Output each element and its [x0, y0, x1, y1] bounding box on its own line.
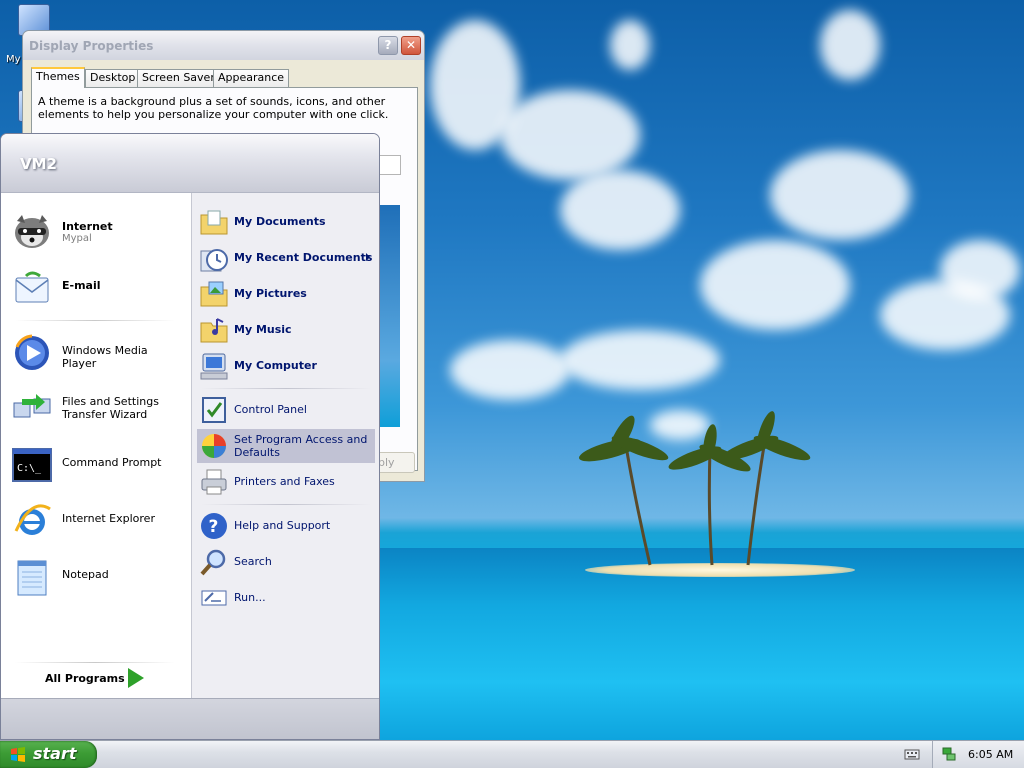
tool-run-label: Run...: [234, 591, 266, 604]
all-programs-button[interactable]: All Programs: [45, 672, 125, 685]
start-menu-header: VM2: [1, 134, 379, 193]
tab-themes[interactable]: Themes: [31, 67, 85, 88]
system-set-program-access-label-2: Defaults: [234, 446, 280, 459]
printer-icon: [201, 469, 227, 495]
keyboard-icon[interactable]: [904, 746, 920, 762]
folder-documents-icon: [200, 210, 228, 235]
run-icon: [201, 590, 227, 606]
place-my-pictures-label: My Pictures: [234, 287, 307, 300]
program-ie-label: Internet Explorer: [62, 512, 155, 525]
system-printers-label: Printers and Faxes: [234, 475, 335, 488]
internet-explorer-icon: [14, 504, 51, 535]
program-transfer-wizard-label-1: Files and Settings: [62, 395, 159, 408]
system-separator: [201, 504, 371, 505]
program-transfer-wizard[interactable]: Files and Settings Transfer Wizard: [9, 385, 185, 429]
svg-text:?: ?: [209, 517, 219, 537]
close-button[interactable]: ✕: [401, 36, 421, 55]
recent-documents-icon: [200, 249, 228, 272]
help-icon: ?: [201, 513, 227, 539]
place-my-recent-documents[interactable]: My Recent Documents: [197, 241, 375, 275]
control-panel-icon: [202, 397, 226, 423]
desktop-icon-label: My: [6, 54, 21, 65]
system-set-program-access-label-1: Set Program Access and: [234, 433, 368, 446]
pinned-email-label: E-mail: [62, 279, 101, 292]
place-my-pictures[interactable]: My Pictures: [197, 277, 375, 311]
tab-desktop[interactable]: Desktop: [85, 69, 141, 87]
pinned-email[interactable]: E-mail: [9, 264, 185, 308]
program-internet-explorer[interactable]: Internet Explorer: [9, 497, 185, 541]
user-name: VM2: [20, 155, 57, 173]
tool-search[interactable]: Search: [197, 545, 375, 579]
media-player-icon: [15, 334, 49, 370]
program-notepad-label: Notepad: [62, 568, 109, 581]
folder-pictures-icon: [200, 281, 228, 307]
start-button[interactable]: start: [0, 741, 97, 768]
place-my-music-label: My Music: [234, 323, 292, 336]
program-transfer-wizard-label-2: Transfer Wizard: [62, 408, 148, 421]
system-tray: 6:05 AM: [932, 741, 1024, 768]
command-prompt-icon: C:\_: [12, 448, 52, 482]
pinned-internet-sublabel: Mypal: [62, 233, 92, 244]
notepad-icon: [17, 560, 47, 596]
windows-flag-icon: [11, 747, 25, 762]
tool-run[interactable]: Run...: [197, 581, 375, 615]
green-arrow-icon[interactable]: [128, 668, 144, 688]
theme-dropdown[interactable]: [378, 155, 401, 175]
tab-appearance[interactable]: Appearance: [213, 69, 290, 87]
pinned-internet[interactable]: Internet Mypal: [9, 207, 185, 251]
pinned-separator: [15, 320, 175, 321]
tab-screen-saver[interactable]: Screen Saver: [137, 69, 220, 87]
tool-help-and-support[interactable]: ? Help and Support: [197, 509, 375, 543]
system-printers-and-faxes[interactable]: Printers and Faxes: [197, 465, 375, 499]
email-envelope-icon: [15, 271, 49, 303]
place-my-computer[interactable]: My Computer: [197, 349, 375, 383]
help-button[interactable]: ?: [378, 36, 398, 55]
place-my-recent-documents-label: My Recent Documents: [234, 251, 373, 264]
start-label: start: [33, 744, 77, 763]
system-control-panel[interactable]: Control Panel: [197, 393, 375, 427]
program-access-icon: [202, 434, 226, 458]
transfer-wizard-icon: [13, 394, 51, 418]
raccoon-browser-icon: [15, 215, 49, 248]
themes-description: A theme is a background plus a set of so…: [38, 95, 389, 121]
place-my-documents[interactable]: My Documents: [197, 205, 375, 239]
clock[interactable]: 6:05 AM: [968, 748, 1013, 761]
dialog-title: Display Properties: [29, 39, 154, 53]
taskbar: start 6:05 AM: [0, 740, 1024, 768]
close-icon: ✕: [405, 38, 417, 52]
system-set-program-access[interactable]: Set Program Access and Defaults: [197, 429, 375, 463]
program-wmp-label: Windows Media Player: [62, 344, 148, 370]
tool-search-label: Search: [234, 555, 272, 568]
submenu-arrow-icon: [366, 253, 370, 261]
place-my-computer-label: My Computer: [234, 359, 317, 372]
search-icon: [200, 549, 226, 576]
start-menu: VM2 Internet Mypal E-mail Windows Media …: [0, 133, 380, 740]
program-notepad[interactable]: Notepad: [9, 553, 185, 597]
program-command-prompt-label: Command Prompt: [62, 456, 162, 469]
palm-trees-illustration: [579, 411, 811, 566]
computer-icon: [200, 353, 228, 380]
place-my-music[interactable]: My Music: [197, 313, 375, 347]
program-command-prompt[interactable]: C:\_ Command Prompt: [9, 441, 185, 485]
folder-music-icon: [200, 318, 228, 343]
program-windows-media-player[interactable]: Windows Media Player: [9, 329, 185, 373]
theme-preview: [378, 205, 400, 427]
start-menu-footer: [1, 698, 379, 739]
svg-text:C:\_: C:\_: [17, 463, 42, 474]
tool-help-label: Help and Support: [234, 519, 331, 532]
place-my-documents-label: My Documents: [234, 215, 326, 228]
pinned-internet-label: Internet: [62, 220, 113, 233]
system-control-panel-label: Control Panel: [234, 403, 307, 416]
network-icon[interactable]: [941, 746, 957, 762]
all-programs-separator: [15, 662, 175, 663]
places-separator: [201, 388, 371, 389]
question-mark-icon: ?: [384, 38, 392, 52]
dialog-titlebar[interactable]: Display Properties ? ✕: [23, 31, 424, 60]
